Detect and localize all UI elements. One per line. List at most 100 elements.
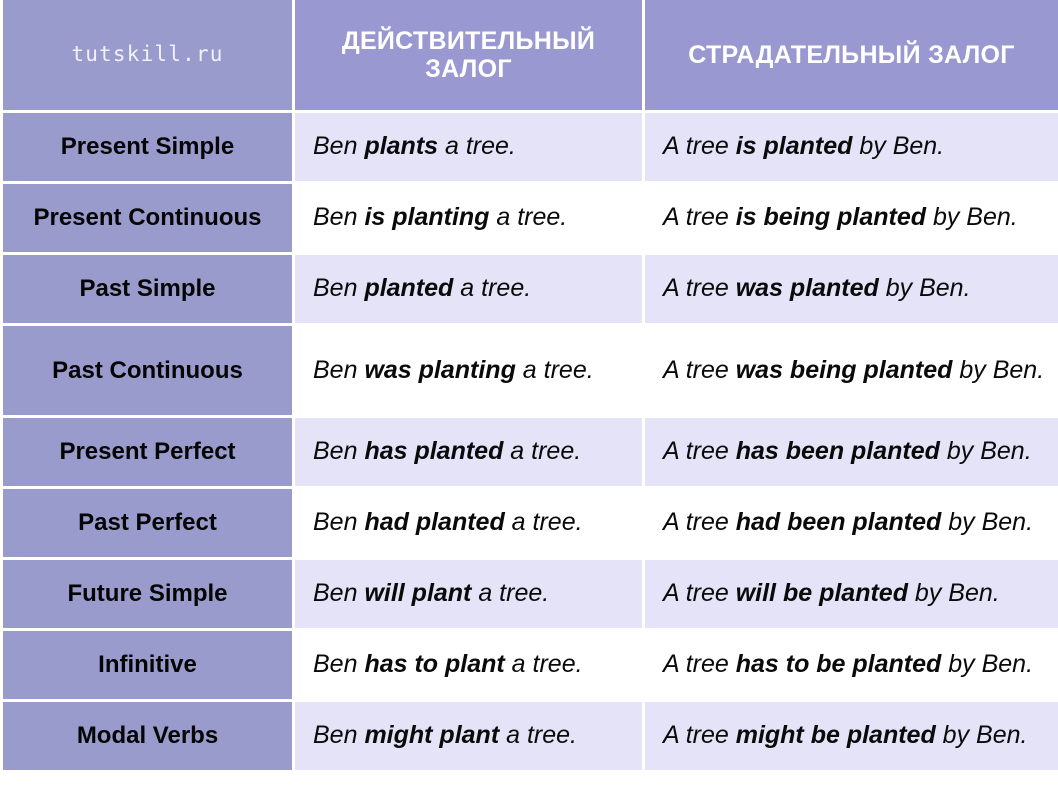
sentence-object: a tree. [471, 579, 550, 608]
active-voice-cell: Ben might plant a tree. [295, 702, 645, 773]
sentence-object: by Ben. [941, 650, 1034, 679]
verb-phrase: has to plant [364, 650, 505, 679]
sentence-object: by Ben. [926, 203, 1018, 232]
tense-label-cell: Infinitive [3, 631, 295, 702]
sentence-object: a tree. [499, 721, 577, 750]
sentence-subject: Ben [313, 274, 365, 303]
sentence-subject: A tree [663, 650, 736, 679]
sentence-object: by Ben. [941, 508, 1034, 537]
active-voice-cell: Ben has to plant a tree. [295, 631, 645, 702]
table-body: Present Simple Ben plants a tree. A tree i… [3, 113, 1058, 773]
active-voice-cell: Ben was planting a tree. [295, 326, 645, 418]
header-row: tutskill.ru ДЕЙСТВИТЕЛЬНЫЙ ЗАЛОГ СТРАДАТ… [3, 0, 1058, 113]
sentence-subject: Ben [313, 132, 365, 161]
tense-label-cell: Present Simple [3, 113, 295, 184]
table-row: Present Simple Ben plants a tree. A tree i… [3, 113, 1058, 184]
sentence-subject: Ben [313, 355, 365, 384]
sentence-subject: A tree [663, 203, 736, 232]
sentence-subject: Ben [313, 203, 365, 232]
sentence-subject: A tree [663, 437, 736, 466]
tense-label-cell: Modal Verbs [3, 702, 295, 773]
sentence-subject: A tree [663, 721, 736, 750]
passive-voice-cell: A tree was planted by Ben. [645, 255, 1058, 326]
passive-voice-table-container: tutskill.ru ДЕЙСТВИТЕЛЬНЫЙ ЗАЛОГ СТРАДАТ… [0, 0, 1058, 794]
sentence-object: by Ben. [939, 437, 1032, 466]
table-row: Modal Verbs Ben might plant a tree. A tree… [3, 702, 1058, 773]
sentence-object: a tree. [503, 437, 582, 466]
active-voice-cell: Ben is planting a tree. [295, 184, 645, 255]
verb-phrase: has been planted [735, 437, 940, 466]
sentence-subject: A tree [663, 355, 736, 384]
active-voice-cell: Ben had planted a tree. [295, 489, 645, 560]
sentence-subject: A tree [663, 274, 736, 303]
active-voice-cell: Ben has planted a tree. [295, 418, 645, 489]
verb-phrase: planted [364, 274, 454, 303]
verb-phrase: was planted [735, 274, 879, 303]
table-row: Future Simple Ben will plant a tree. A tre… [3, 560, 1058, 631]
tense-label-cell: Past Simple [3, 255, 295, 326]
table-row: Past Continuous Ben was planting a tree. A… [3, 326, 1058, 418]
sentence-subject: Ben [313, 508, 365, 537]
sentence-object: a tree. [438, 132, 516, 161]
sentence-object: a tree. [504, 508, 583, 537]
sentence-object: by Ben. [935, 721, 1028, 750]
sentence-subject: Ben [313, 579, 365, 608]
tense-label-cell: Past Perfect [3, 489, 295, 560]
verb-phrase: might be planted [735, 721, 936, 750]
passive-voice-cell: A tree had been planted by Ben. [645, 489, 1058, 560]
table-row: Present Continuous Ben is planting a tree… [3, 184, 1058, 255]
verb-phrase: was being planted [735, 355, 953, 384]
sentence-subject: A tree [663, 508, 736, 537]
tense-label-cell: Present Continuous [3, 184, 295, 255]
verb-phrase: is planting [364, 203, 490, 232]
passive-voice-cell: A tree was being planted by Ben. [645, 326, 1058, 418]
table-header: tutskill.ru ДЕЙСТВИТЕЛЬНЫЙ ЗАЛОГ СТРАДАТ… [3, 0, 1058, 113]
active-voice-cell: Ben planted a tree. [295, 255, 645, 326]
passive-voice-cell: A tree has to be planted by Ben. [645, 631, 1058, 702]
sentence-object: a tree. [489, 203, 568, 232]
sentence-object: a tree. [515, 355, 594, 384]
tense-label-cell: Past Continuous [3, 326, 295, 418]
passive-voice-cell: A tree has been planted by Ben. [645, 418, 1058, 489]
verb-phrase: had planted [364, 508, 505, 537]
table-row: Infinitive Ben has to plant a tree. A tree… [3, 631, 1058, 702]
sentence-subject: Ben [313, 650, 365, 679]
active-voice-cell: Ben will plant a tree. [295, 560, 645, 631]
verb-phrase: might plant [364, 721, 500, 750]
sentence-object: by Ben. [907, 579, 1000, 608]
verb-phrase: has planted [364, 437, 504, 466]
verb-phrase: plants [364, 132, 439, 161]
passive-voice-cell: A tree is planted by Ben. [645, 113, 1058, 184]
table-row: Past Simple Ben planted a tree. A tree was… [3, 255, 1058, 326]
table-row: Present Perfect Ben has planted a tree. A … [3, 418, 1058, 489]
active-voice-label-line1: ДЕЙСТВИТЕЛЬНЫЙ [341, 27, 596, 55]
passive-voice-cell: A tree will be planted by Ben. [645, 560, 1058, 631]
verb-phrase: was planting [364, 355, 516, 384]
verb-phrase: will be planted [735, 579, 908, 608]
verb-phrase: is planted [735, 132, 853, 161]
active-voice-label-line2: ЗАЛОГ [425, 55, 512, 83]
sentence-subject: Ben [313, 437, 365, 466]
passive-voice-table: tutskill.ru ДЕЙСТВИТЕЛЬНЫЙ ЗАЛОГ СТРАДАТ… [3, 0, 1058, 773]
sentence-object: a tree. [504, 650, 583, 679]
verb-phrase: had been planted [735, 508, 942, 537]
column-header-passive-voice: СТРАДАТЕЛЬНЫЙ ЗАЛОГ [645, 0, 1058, 113]
sentence-object: a tree. [453, 274, 532, 303]
tense-label-cell: Future Simple [3, 560, 295, 631]
verb-phrase: has to be planted [735, 650, 942, 679]
passive-voice-cell: A tree is being planted by Ben. [645, 184, 1058, 255]
verb-phrase: will plant [364, 579, 472, 608]
sentence-object: by Ben. [952, 355, 1045, 384]
table-row: Past Perfect Ben had planted a tree. A tre… [3, 489, 1058, 560]
passive-voice-cell: A tree might be planted by Ben. [645, 702, 1058, 773]
tense-label-cell: Present Perfect [3, 418, 295, 489]
sentence-object: by Ben. [852, 132, 945, 161]
sentence-subject: A tree [663, 132, 736, 161]
sentence-subject: A tree [663, 579, 736, 608]
column-header-active-voice: ДЕЙСТВИТЕЛЬНЫЙ ЗАЛОГ [295, 0, 645, 113]
site-watermark: tutskill.ru [3, 0, 295, 113]
sentence-object: by Ben. [878, 274, 971, 303]
active-voice-cell: Ben plants a tree. [295, 113, 645, 184]
sentence-subject: Ben [313, 721, 365, 750]
verb-phrase: is being planted [735, 203, 927, 232]
